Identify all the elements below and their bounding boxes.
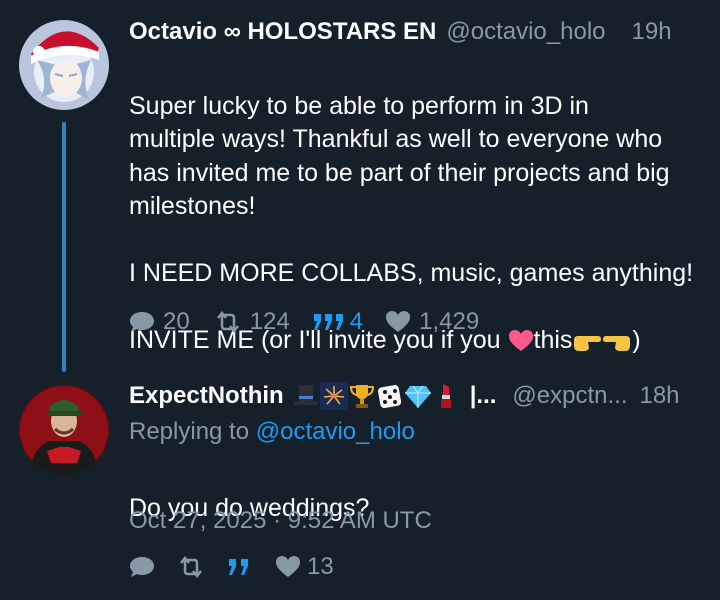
retweet-count: 124: [249, 308, 290, 335]
tweet-header: ExpectNothin |... @expctn... 18h: [129, 381, 680, 411]
retweet-icon: [216, 311, 239, 333]
avatar-icon: [19, 385, 109, 475]
fireworks-icon: [319, 382, 348, 410]
like-button[interactable]: 1,429: [385, 308, 479, 336]
tweet-time[interactable]: 19h: [632, 17, 672, 47]
author-handle[interactable]: @octavio_holo: [446, 17, 605, 47]
like-count: 1,429: [419, 308, 480, 335]
avatar[interactable]: [19, 20, 109, 110]
retweet-button[interactable]: 124: [214, 308, 290, 336]
retweet-button[interactable]: [177, 556, 205, 578]
tweet-time[interactable]: 18h: [639, 381, 679, 411]
trophy-icon: [349, 385, 374, 408]
thread-line: [62, 122, 66, 372]
replying-to: Replying to @octavio_holo: [129, 417, 415, 447]
replying-to-label: Replying to: [129, 418, 256, 445]
name-truncation: |...: [469, 382, 497, 409]
author-handle[interactable]: @expctn...: [512, 381, 627, 411]
heart-icon: [276, 556, 300, 577]
tweet-actions: 20 124 4 1,429: [129, 307, 479, 337]
quote-icon: [229, 559, 248, 575]
top-hat-icon: [293, 385, 318, 405]
tweet-actions: 13: [129, 552, 334, 582]
tweet-thread: Octavio ∞ HOLOSTARS EN @octavio_holo 19h…: [0, 0, 720, 600]
gem-icon: [404, 385, 431, 408]
quote-icon: [313, 314, 343, 330]
reply-button[interactable]: [129, 555, 155, 579]
tweet-timestamp[interactable]: Oct 27, 2025 · 9:52 AM UTC: [129, 506, 432, 536]
quote-count: 4: [349, 308, 364, 335]
replying-to-handle[interactable]: @octavio_holo: [256, 418, 415, 445]
comment-icon: [130, 312, 154, 332]
heart-icon: [386, 311, 411, 332]
avatar[interactable]: [19, 385, 109, 475]
quote-button[interactable]: 4: [312, 308, 363, 336]
author-name[interactable]: ExpectNothin: [129, 381, 284, 411]
comment-icon: [130, 557, 154, 577]
avatar-icon: [19, 20, 109, 110]
quote-button[interactable]: [227, 556, 253, 578]
reply-count: 20: [163, 308, 190, 335]
reply-button[interactable]: 20: [129, 308, 190, 336]
tweet-body-text-suffix: ): [632, 326, 641, 354]
name-emojis: [292, 382, 460, 410]
pointing-left-icon: [603, 336, 631, 352]
heart-emoji-icon: [508, 330, 533, 352]
like-count: 13: [307, 553, 334, 580]
tweet-header: Octavio ∞ HOLOSTARS EN @octavio_holo 19h: [129, 17, 672, 47]
pointing-right-icon: [574, 336, 602, 352]
dice-icon: [377, 385, 401, 409]
tweet-body-text: Super lucky to be able to perform in 3D …: [129, 91, 694, 288]
author-name[interactable]: Octavio ∞ HOLOSTARS EN: [129, 17, 436, 47]
tweet-body-text-word: this: [533, 326, 573, 354]
retweet-icon: [180, 556, 202, 578]
like-button[interactable]: 13: [275, 553, 334, 581]
lipstick-icon: [440, 384, 451, 408]
